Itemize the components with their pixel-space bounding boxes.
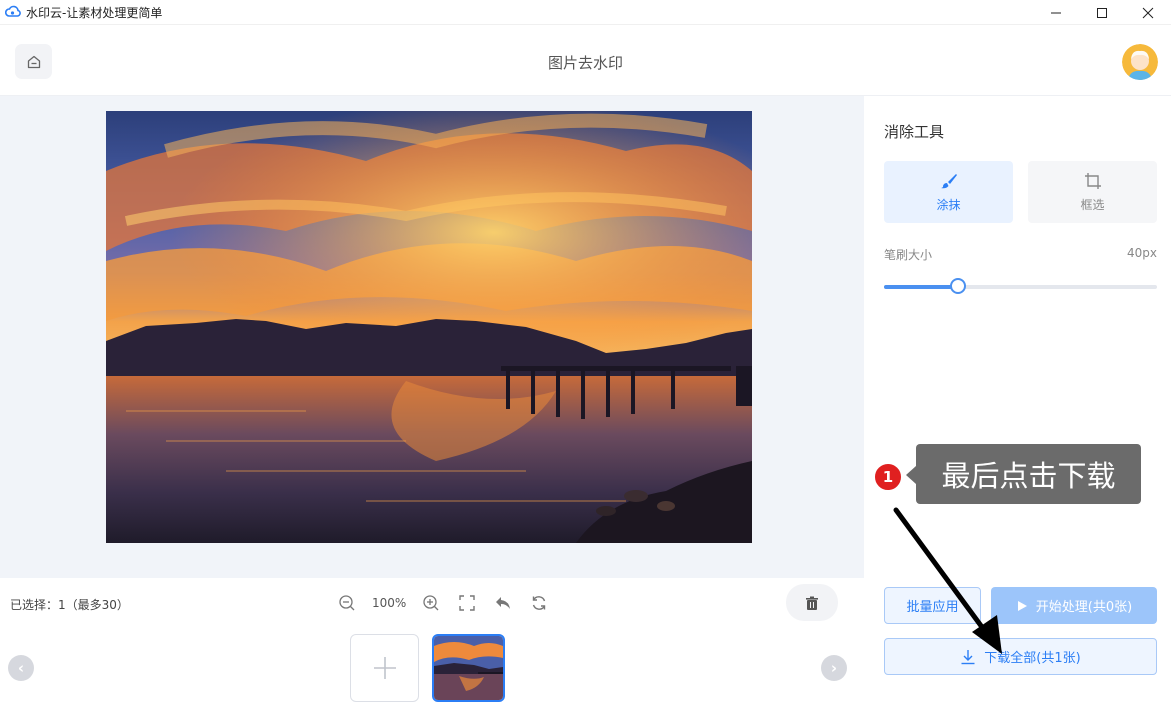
brush-icon — [940, 173, 957, 188]
image-thumbnail[interactable] — [432, 634, 505, 702]
delete-button[interactable] — [786, 584, 838, 621]
zoom-in-icon[interactable] — [420, 592, 442, 614]
instruction-callout: 最后点击下载 — [916, 444, 1141, 504]
minimize-icon[interactable] — [1033, 0, 1079, 25]
avatar[interactable] — [1122, 44, 1158, 80]
window-title: 水印云-让素材处理更简单 — [26, 5, 163, 20]
callout-pointer — [906, 466, 916, 484]
undo-icon[interactable] — [492, 592, 514, 614]
reset-icon[interactable] — [528, 592, 550, 614]
panel-title: 消除工具 — [884, 123, 945, 141]
close-icon[interactable] — [1125, 0, 1171, 25]
trash-icon — [806, 596, 818, 610]
crop-icon — [1084, 172, 1101, 189]
fit-screen-icon[interactable] — [456, 592, 478, 614]
title-bar: 水印云-让素材处理更简单 — [0, 0, 1171, 25]
app-header: 图片去水印 — [0, 25, 1171, 96]
selected-count: 已选择：1（最多30） — [10, 598, 129, 612]
start-processing-label: 开始处理(共0张) — [1035, 600, 1133, 615]
brush-size-label: 笔刷大小 — [884, 248, 933, 262]
zoom-out-icon[interactable] — [336, 592, 358, 614]
next-arrow-icon[interactable]: › — [821, 655, 847, 681]
maximize-icon[interactable] — [1079, 0, 1125, 25]
canvas-toolbar: 已选择：1（最多30） 100% — [0, 578, 864, 630]
app-logo-icon — [5, 5, 21, 17]
zoom-tools: 100% — [336, 592, 564, 614]
step-number-badge: 1 — [873, 462, 903, 492]
thumbnail-strip: ‹ › — [0, 630, 864, 705]
brush-size-slider[interactable] — [884, 278, 1157, 294]
image-canvas-area — [0, 96, 864, 578]
add-image-button[interactable] — [350, 634, 419, 702]
page-title: 图片去水印 — [547, 54, 623, 72]
window-controls — [1033, 0, 1171, 25]
tool-smear[interactable]: 涂抹 — [884, 161, 1013, 223]
pointer-arrow-icon — [893, 507, 1002, 654]
slider-fill — [884, 285, 958, 289]
plus-icon — [373, 657, 396, 679]
prev-arrow-icon[interactable]: ‹ — [8, 655, 34, 681]
zoom-level: 100% — [372, 596, 407, 610]
tool-smear-label: 涂抹 — [936, 197, 961, 212]
brush-size-value: 40px — [1127, 246, 1157, 260]
slider-handle[interactable] — [949, 278, 966, 294]
tool-box-select[interactable]: 框选 — [1028, 161, 1157, 223]
sunset-lake-photo[interactable] — [106, 111, 752, 543]
tool-box-select-label: 框选 — [1080, 197, 1105, 212]
